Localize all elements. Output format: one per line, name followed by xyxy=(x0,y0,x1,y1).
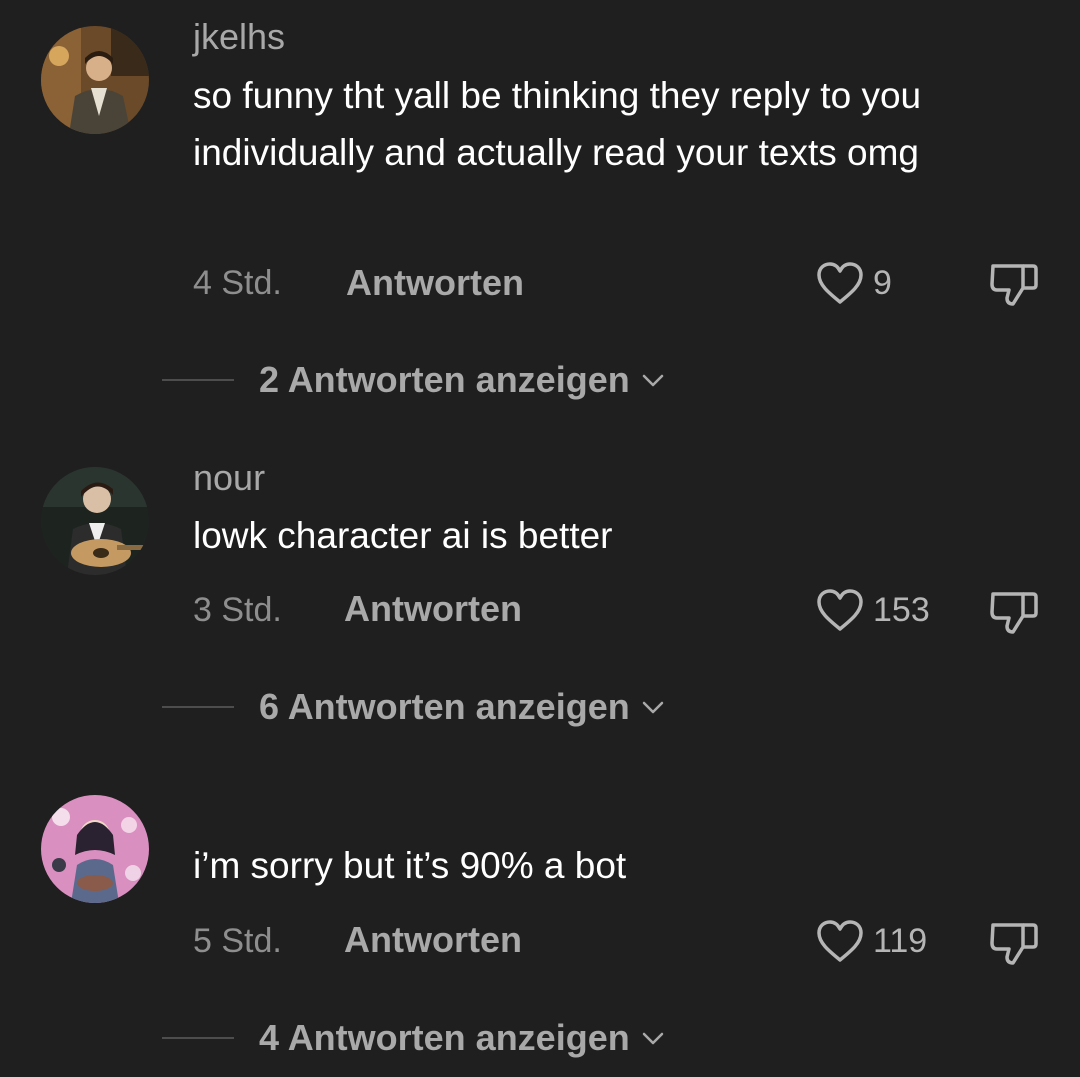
comment-item: i’m sorry but it’s 90% a bot 5 Std. Antw… xyxy=(0,750,1080,1077)
comment-username[interactable]: jkelhs xyxy=(193,17,285,57)
comment-text: i’m sorry but it’s 90% a bot xyxy=(193,845,627,886)
dislike-button[interactable] xyxy=(987,258,1041,308)
like-count: 119 xyxy=(873,922,928,960)
thumbs-down-outline-icon xyxy=(990,264,1038,306)
view-replies-button[interactable]: 6 Antworten anzeigen xyxy=(162,685,666,729)
heart-outline-icon xyxy=(817,920,863,962)
reply-button[interactable]: Antworten xyxy=(344,589,522,629)
thumbs-down-outline-icon xyxy=(990,923,1038,965)
avatar-photo-icon xyxy=(41,795,149,903)
replies-divider xyxy=(162,379,234,381)
view-replies-button[interactable]: 2 Antworten anzeigen xyxy=(162,358,666,402)
comment-username[interactable]: nour xyxy=(193,458,265,498)
like-button[interactable]: 153 xyxy=(815,586,930,634)
chevron-down-icon xyxy=(642,374,663,387)
view-replies-label: 2 Antworten anzeigen xyxy=(259,359,630,400)
dislike-button[interactable] xyxy=(987,917,1041,967)
avatar-photo-icon xyxy=(41,26,149,134)
avatar[interactable] xyxy=(41,795,149,903)
avatar[interactable] xyxy=(41,26,149,134)
heart-outline-icon xyxy=(817,262,863,304)
chevron-down-icon xyxy=(642,1032,663,1045)
avatar[interactable] xyxy=(41,467,149,575)
dislike-button[interactable] xyxy=(987,586,1041,636)
like-count: 153 xyxy=(873,591,930,629)
comment-timestamp: 4 Std. xyxy=(193,264,282,302)
heart-outline-icon xyxy=(817,589,863,631)
comment-timestamp: 3 Std. xyxy=(193,591,282,629)
comment-item: jkelhs so funny tht yall be thinking the… xyxy=(0,0,1080,420)
view-replies-label: 4 Antworten anzeigen xyxy=(259,1017,630,1058)
replies-divider xyxy=(162,706,234,708)
comment-text: so funny tht yall be thinking they reply… xyxy=(193,75,922,173)
view-replies-label: 6 Antworten anzeigen xyxy=(259,686,630,727)
replies-divider xyxy=(162,1037,234,1039)
comment-timestamp: 5 Std. xyxy=(193,922,282,960)
comment-item: nour lowk character ai is better 3 Std. … xyxy=(0,420,1080,750)
like-button[interactable]: 119 xyxy=(815,917,927,965)
reply-button[interactable]: Antworten xyxy=(346,263,524,303)
thumbs-down-outline-icon xyxy=(990,592,1038,634)
chevron-down-icon xyxy=(642,701,663,714)
avatar-photo-icon xyxy=(41,467,149,575)
view-replies-button[interactable]: 4 Antworten anzeigen xyxy=(162,1016,666,1060)
like-button[interactable]: 9 xyxy=(815,259,892,307)
reply-button[interactable]: Antworten xyxy=(344,920,522,960)
like-count: 9 xyxy=(873,264,892,302)
comment-text: lowk character ai is better xyxy=(193,515,613,556)
